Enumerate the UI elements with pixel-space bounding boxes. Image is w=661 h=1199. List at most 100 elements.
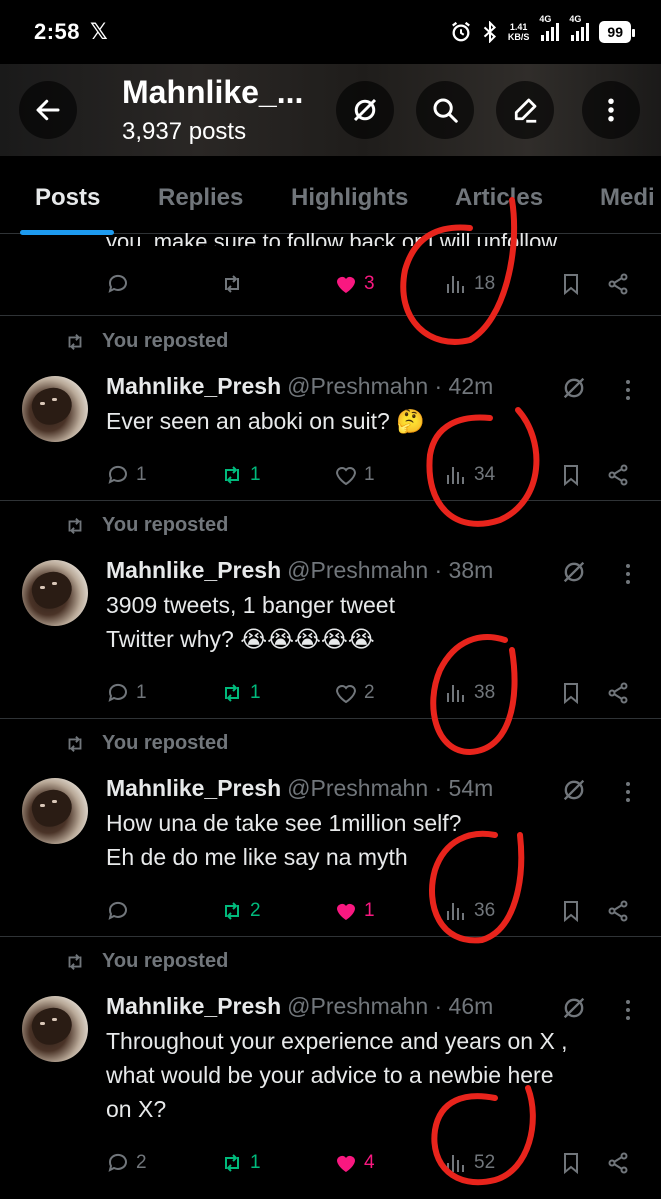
search-icon	[433, 98, 458, 123]
views-button[interactable]: 34	[444, 463, 495, 487]
grok-explain-button[interactable]	[560, 776, 588, 804]
author-name[interactable]: Mahnlike_Presh	[106, 557, 281, 584]
post-more-button[interactable]	[626, 380, 632, 404]
repost-label: You reposted	[102, 950, 229, 972]
views-button[interactable]: 18	[444, 272, 495, 296]
bookmark-button[interactable]	[559, 681, 583, 705]
reply-button[interactable]: 1	[106, 681, 147, 705]
reply-count: 1	[136, 464, 147, 485]
views-button[interactable]: 52	[444, 1151, 495, 1175]
share-button[interactable]	[606, 681, 630, 705]
repost-icon	[225, 275, 239, 293]
back-button[interactable]	[19, 81, 77, 139]
heart-filled-icon	[337, 904, 355, 920]
share-button[interactable]	[606, 1151, 630, 1175]
repost-button[interactable]: 1	[220, 463, 261, 487]
bookmark-button[interactable]	[559, 272, 583, 296]
post-author: Mahnlike_Presh @Preshmahn · 46m	[106, 993, 493, 1020]
reply-count: 2	[136, 1152, 147, 1173]
signal-icon-2: 4G	[569, 14, 590, 41]
like-button[interactable]: 3	[334, 272, 375, 296]
partial-post-text: you, make sure to follow back or I will …	[106, 229, 558, 246]
tab-media[interactable]: Medi	[600, 184, 655, 212]
reply-button[interactable]	[106, 272, 130, 296]
bookmark-icon	[564, 901, 578, 923]
repost-label: You reposted	[102, 732, 229, 754]
grok-explain-button[interactable]	[560, 374, 588, 402]
post-more-button[interactable]	[626, 782, 632, 806]
compose-icon	[514, 98, 537, 123]
repost-button[interactable]	[220, 272, 244, 296]
post-author: Mahnlike_Presh @Preshmahn · 42m	[106, 373, 493, 400]
author-handle-time: @Preshmahn · 42m	[287, 373, 494, 399]
reply-button[interactable]: 2	[106, 1151, 147, 1175]
avatar[interactable]	[22, 376, 88, 442]
like-button[interactable]: 2	[334, 681, 375, 705]
repost-button[interactable]: 1	[220, 681, 261, 705]
repost-indicator: You reposted	[62, 514, 228, 537]
author-handle-time: @Preshmahn · 38m	[287, 557, 494, 583]
avatar[interactable]	[22, 996, 88, 1062]
repost-button[interactable]: 2	[220, 899, 261, 923]
bookmark-button[interactable]	[559, 899, 583, 923]
post-text: How una de take see 1million self? Eh de…	[106, 810, 462, 870]
reply-button[interactable]: 1	[106, 463, 147, 487]
share-button[interactable]	[606, 463, 630, 487]
views-icon	[447, 903, 464, 920]
grok-explain-button[interactable]	[560, 558, 588, 586]
post-count: 3,937 posts	[122, 118, 247, 145]
tab-highlights[interactable]: Highlights	[291, 184, 408, 212]
views-icon	[447, 685, 464, 702]
like-count: 2	[364, 682, 375, 703]
post-author: Mahnlike_Presh @Preshmahn · 38m	[106, 557, 493, 584]
author-name[interactable]: Mahnlike_Presh	[106, 373, 281, 400]
repost-indicator: You reposted	[62, 330, 228, 353]
views-button[interactable]: 36	[444, 899, 495, 923]
like-count: 3	[364, 273, 375, 294]
heart-icon	[335, 467, 357, 486]
avatar[interactable]	[22, 560, 88, 626]
like-count: 1	[364, 464, 375, 485]
post-card[interactable]: You reposted Mahnlike_Presh @Preshmahn ·…	[0, 500, 661, 718]
repost-icon	[225, 902, 239, 920]
views-icon	[447, 467, 464, 484]
reply-icon	[108, 901, 127, 920]
post-card[interactable]: You reposted Mahnlike_Presh @Preshmahn ·…	[0, 316, 661, 500]
author-name[interactable]: Mahnlike_Presh	[106, 775, 281, 802]
views-icon	[447, 1155, 464, 1172]
bookmark-icon	[564, 274, 578, 296]
grok-icon	[563, 779, 585, 801]
like-button[interactable]: 1	[334, 463, 375, 487]
tab-replies[interactable]: Replies	[158, 184, 243, 212]
post-card[interactable]: You reposted Mahnlike_Presh @Preshmahn ·…	[0, 936, 661, 1188]
like-button[interactable]: 1	[334, 899, 375, 923]
grok-button[interactable]	[336, 81, 394, 139]
post-card[interactable]: You reposted Mahnlike_Presh @Preshmahn ·…	[0, 718, 661, 936]
search-button[interactable]	[416, 81, 474, 139]
avatar[interactable]	[22, 778, 88, 844]
network-speed: 1.41 KB/S	[507, 22, 530, 42]
share-icon	[608, 682, 628, 704]
share-button[interactable]	[606, 272, 630, 296]
like-button[interactable]: 4	[334, 1151, 375, 1175]
grok-explain-button[interactable]	[560, 994, 588, 1022]
bookmark-button[interactable]	[559, 463, 583, 487]
like-count: 4	[364, 1152, 375, 1173]
reply-button[interactable]	[106, 899, 136, 923]
x-logo-icon: 𝕏	[90, 19, 108, 44]
tab-articles[interactable]: Articles	[455, 184, 543, 212]
view-count: 34	[474, 464, 496, 485]
post-more-button[interactable]	[626, 1000, 632, 1024]
views-button[interactable]: 38	[444, 681, 495, 705]
author-handle-time: @Preshmahn · 54m	[287, 775, 494, 801]
share-button[interactable]	[606, 899, 630, 923]
tab-posts[interactable]: Posts	[35, 184, 100, 212]
more-options-button[interactable]	[582, 81, 640, 139]
post-more-button[interactable]	[626, 564, 632, 588]
author-name[interactable]: Mahnlike_Presh	[106, 993, 281, 1020]
repost-button[interactable]: 1	[220, 1151, 261, 1175]
repost-label: You reposted	[102, 514, 229, 536]
grok-icon	[563, 561, 585, 583]
compose-button[interactable]	[496, 81, 554, 139]
bookmark-button[interactable]	[559, 1151, 583, 1175]
